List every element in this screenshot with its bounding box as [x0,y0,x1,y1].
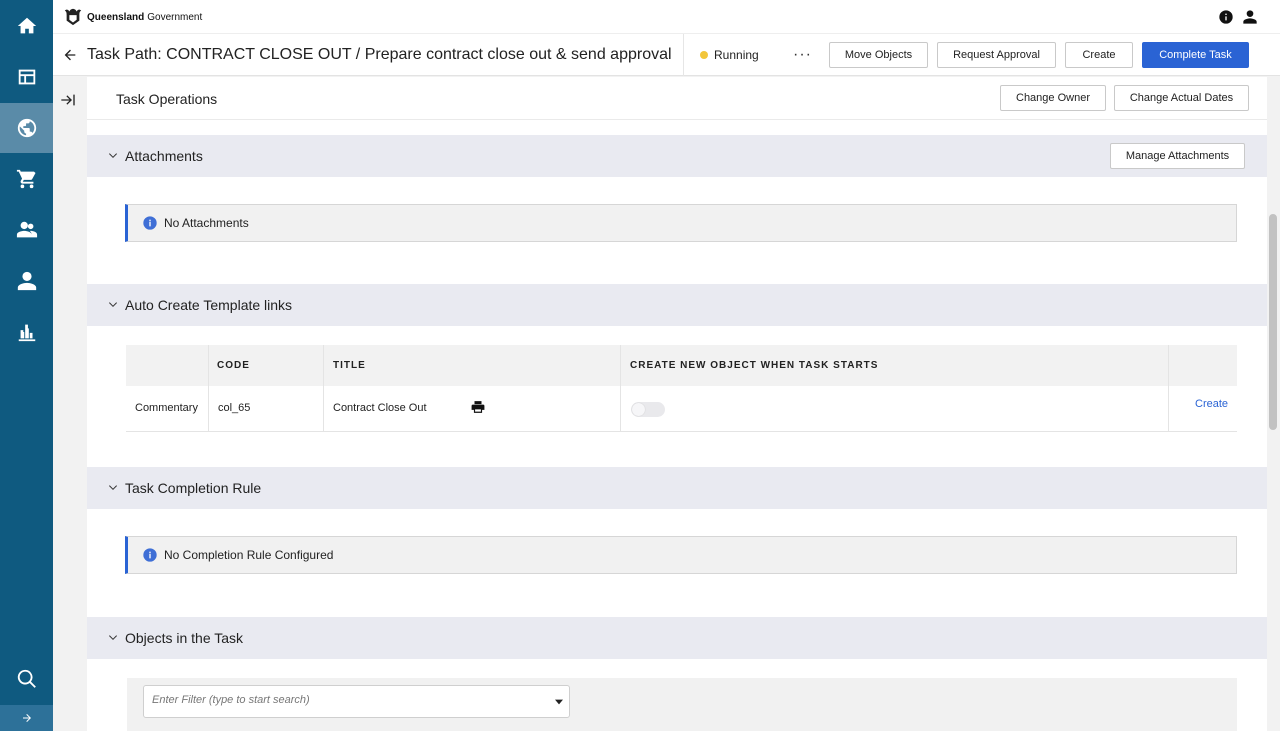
divider [683,34,684,76]
page-scrollbar[interactable] [1267,76,1280,731]
printer-icon[interactable] [471,400,485,414]
attachments-empty-message: No Attachments [125,204,1237,242]
page-title: Task Path: CONTRACT CLOSE OUT / Prepare … [87,46,672,63]
completion-rule-empty-message: No Completion Rule Configured [125,536,1237,574]
chevron-down-icon[interactable] [107,299,119,311]
attachments-empty-text: No Attachments [164,216,249,230]
sidebar-expand-button[interactable] [0,705,53,731]
completion-rule-empty-text: No Completion Rule Configured [164,548,334,562]
more-options-button[interactable]: ··· [793,46,812,64]
create-button[interactable]: Create [1065,42,1133,68]
divider [87,119,1267,120]
column-divider [323,345,324,432]
collapse-panel-icon[interactable] [60,92,76,108]
caret-down-icon[interactable] [555,699,563,705]
template-links-title: Auto Create Template links [125,297,293,313]
sidebar-item-search[interactable] [0,654,53,704]
government-bar: Queensland Government [53,0,1280,34]
info-icon[interactable] [1218,9,1234,25]
column-divider [1168,345,1169,432]
row-code: col_65 [218,402,251,414]
objects-section-header[interactable]: Objects in the Task [87,617,1267,659]
move-objects-button[interactable]: Move Objects [829,42,928,68]
info-icon [143,548,157,562]
gov-name-bold: Queensland [87,11,145,23]
column-divider [620,345,621,432]
column-header-create-on-start: CREATE NEW OBJECT WHEN TASK STARTS [630,360,879,371]
manage-attachments-button[interactable]: Manage Attachments [1110,143,1245,169]
change-actual-dates-button[interactable]: Change Actual Dates [1114,85,1249,111]
account-icon[interactable] [1242,9,1258,25]
status-dot [700,51,708,59]
app-window: Queensland Government Task Path: CONTRAC… [0,0,1280,731]
dashboard-icon [18,69,35,85]
sidebar [0,0,53,731]
sidebar-item-reports[interactable] [0,307,53,357]
request-approval-button[interactable]: Request Approval [937,42,1056,68]
sidebar-item-home[interactable] [0,1,53,51]
row-title: Contract Close Out [333,402,427,414]
top-icons [1218,9,1258,25]
table-row [126,386,1237,432]
sidebar-item-user[interactable] [0,256,53,306]
chevron-down-icon[interactable] [107,150,119,162]
objects-title: Objects in the Task [125,630,244,646]
globe-icon [17,118,36,138]
task-header: Task Path: CONTRACT CLOSE OUT / Prepare … [53,34,1280,76]
filter-input[interactable]: Enter Filter (type to start search) [143,685,570,718]
sidebar-item-cart[interactable] [0,154,53,204]
sidebar-item-dashboard[interactable] [0,52,53,102]
gov-logo: Queensland Government [62,7,202,27]
arrow-right-icon [22,714,31,722]
completion-rule-section-header[interactable]: Task Completion Rule [87,467,1267,509]
chevron-down-icon[interactable] [107,632,119,644]
sidebar-item-groups[interactable] [0,205,53,255]
info-icon [143,216,157,230]
task-operations-title: Task Operations [116,91,218,107]
status-indicator: Running [700,48,759,62]
create-link[interactable]: Create [1195,398,1228,410]
chevron-down-icon[interactable] [107,482,119,494]
attachments-title: Attachments [125,148,203,164]
gov-name-rest: Government [147,11,203,23]
chart-icon [18,324,35,342]
main-content: Task Operations Change Owner Change Actu… [87,77,1267,731]
back-arrow-icon[interactable] [62,47,78,63]
attachments-section-header[interactable]: Attachments Manage Attachments [87,135,1267,177]
search-icon [17,669,36,688]
complete-task-button[interactable]: Complete Task [1142,42,1249,68]
scrollbar-thumb[interactable] [1269,214,1277,430]
column-header-title: TITLE [333,360,366,371]
user-icon [17,271,36,291]
completion-rule-title: Task Completion Rule [125,480,262,496]
create-on-start-toggle[interactable] [631,402,665,417]
filter-area: Enter Filter (type to start search) [127,678,1237,731]
column-divider [208,345,209,432]
home-icon [17,17,36,34]
status-text: Running [714,48,759,62]
column-header-code: CODE [217,360,250,371]
group-icon [16,221,37,238]
sidebar-item-globe[interactable] [0,103,53,153]
cart-icon [16,169,36,189]
toggle-knob [632,403,645,416]
template-links-section-header[interactable]: Auto Create Template links [87,284,1267,326]
row-type: Commentary [135,402,198,414]
crest-icon [64,8,82,26]
change-owner-button[interactable]: Change Owner [1000,85,1106,111]
